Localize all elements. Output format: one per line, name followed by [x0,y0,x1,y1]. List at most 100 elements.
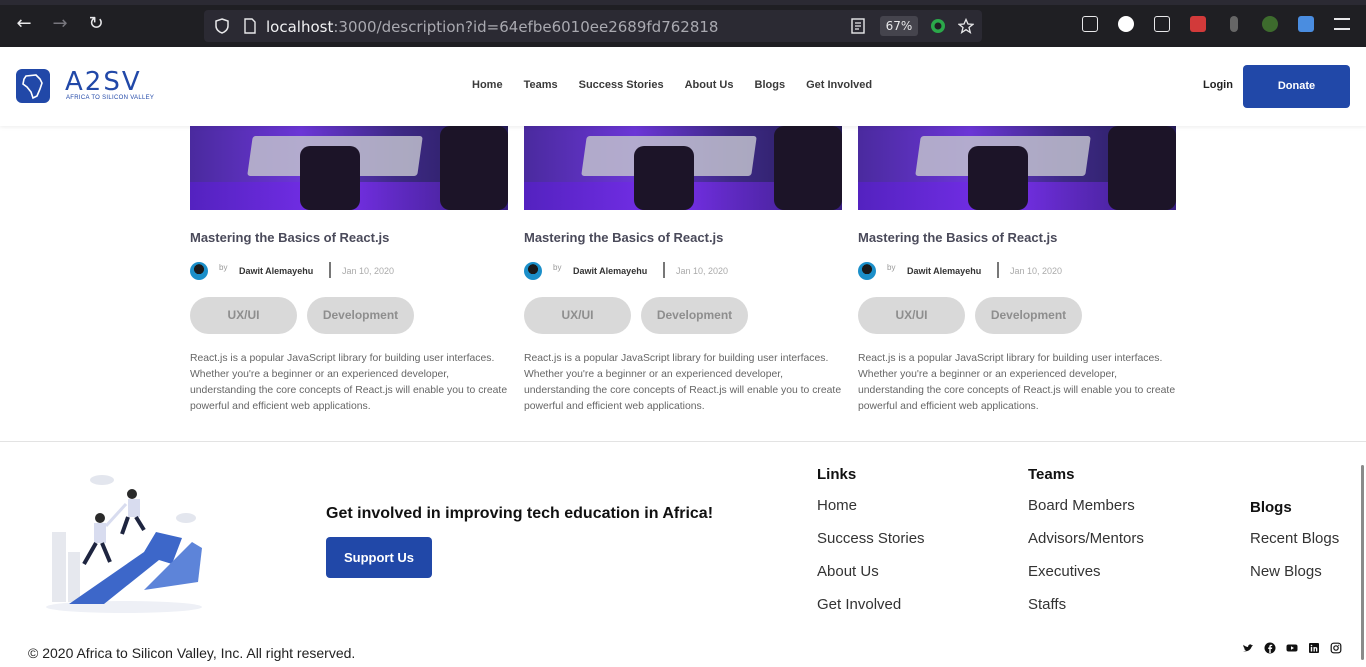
account-icon[interactable] [1118,16,1134,32]
divider [663,262,665,278]
nav-get-involved[interactable]: Get Involved [806,79,872,91]
footer-link-board-members[interactable]: Board Members [1028,497,1144,530]
url-text[interactable]: localhost:3000/description?id=64efbe6010… [266,18,718,36]
post-date: Jan 10, 2020 [676,266,729,276]
blog-card-title[interactable]: Mastering the Basics of React.js [858,230,1057,245]
blog-card-description: React.js is a popular JavaScript library… [190,353,508,412]
by-label: by [553,263,562,272]
site-header: A2SV AFRICA TO SILICON VALLEY Home Teams… [0,47,1366,126]
instagram-icon[interactable] [1330,642,1342,654]
footer-blogs-column: Blogs Recent Blogs New Blogs [1250,499,1339,596]
extension-blue-icon[interactable] [1298,16,1314,32]
author-name: Dawit Alemayehu [907,266,982,276]
nav-teams[interactable]: Teams [524,79,558,91]
bookmark-star-icon[interactable] [958,18,974,34]
tab-strip [0,0,1366,5]
address-bar[interactable]: localhost:3000/description?id=64efbe6010… [204,10,982,42]
footer-link-get-involved[interactable]: Get Involved [817,596,925,629]
page-icon [244,18,256,34]
africa-logo-icon[interactable] [16,69,50,103]
back-icon[interactable]: ← [14,14,34,34]
footer-teams-heading: Teams [1028,466,1075,483]
blog-card-title[interactable]: Mastering the Basics of React.js [524,230,723,245]
reader-view-icon[interactable] [850,18,866,34]
nav-about-us[interactable]: About Us [685,79,734,91]
extension-leaf-icon[interactable] [1262,16,1278,32]
linkedin-icon[interactable] [1308,642,1320,654]
tag-list: UX/UI Development [524,297,748,334]
avatar [524,262,542,280]
footer-link-about-us[interactable]: About Us [817,563,925,596]
blog-card-description: React.js is a popular JavaScript library… [524,353,842,412]
tag-ux-ui[interactable]: UX/UI [524,297,631,334]
reload-icon[interactable]: ↻ [86,14,106,34]
footer-links-column: Links Home Success Stories About Us Get … [817,466,925,629]
author-name: Dawit Alemayehu [573,266,648,276]
nav-success-stories[interactable]: Success Stories [579,79,664,91]
avatar [190,262,208,280]
footer-divider [0,441,1366,442]
post-date: Jan 10, 2020 [342,266,395,276]
avatar [858,262,876,280]
donate-button[interactable]: Donate [1243,65,1350,108]
main-nav: Home Teams Success Stories About Us Blog… [472,79,872,91]
footer-link-recent-blogs[interactable]: Recent Blogs [1250,530,1339,563]
zoom-level[interactable]: 67% [880,16,918,36]
page-scrollbar[interactable] [1361,465,1364,660]
tag-list: UX/UI Development [858,297,1082,334]
shield-icon[interactable] [214,18,230,34]
nav-home[interactable]: Home [472,79,503,91]
youtube-icon[interactable] [1286,642,1298,654]
author-row: by Dawit Alemayehu Jan 10, 2020 [190,262,508,280]
tag-ux-ui[interactable]: UX/UI [190,297,297,334]
footer-link-home[interactable]: Home [817,497,925,530]
extension-red-icon[interactable] [1190,16,1206,32]
footer-blogs-heading: Blogs [1250,499,1292,516]
url-host: localhost [266,18,334,36]
tag-development[interactable]: Development [975,297,1082,334]
footer-links-heading: Links [817,466,857,483]
author-row: by Dawit Alemayehu Jan 10, 2020 [524,262,842,280]
browser-toolbar: ← → ↻ localhost:3000/description?id=64ef… [0,0,1366,47]
social-links [1242,642,1342,654]
footer-link-executives[interactable]: Executives [1028,563,1144,596]
author-row: by Dawit Alemayehu Jan 10, 2020 [858,262,1176,280]
footer-link-advisors-mentors[interactable]: Advisors/Mentors [1028,530,1144,563]
forward-icon[interactable]: → [50,14,70,34]
post-date: Jan 10, 2020 [1010,266,1063,276]
blog-card-title[interactable]: Mastering the Basics of React.js [190,230,389,245]
blog-card-image [524,126,842,210]
divider [997,262,999,278]
blog-card-image [190,126,508,210]
teamwork-illustration [46,475,202,613]
extension-gray-icon[interactable] [1230,16,1238,32]
logo-subtext: AFRICA TO SILICON VALLEY [66,95,155,101]
blog-card-description: React.js is a popular JavaScript library… [858,353,1176,412]
footer-teams-column: Teams Board Members Advisors/Mentors Exe… [1028,466,1144,629]
url-path: :3000/description?id=64efbe6010ee2689fd7… [333,18,719,36]
tag-development[interactable]: Development [641,297,748,334]
nav-blogs[interactable]: Blogs [755,79,786,91]
tag-ux-ui[interactable]: UX/UI [858,297,965,334]
twitter-icon[interactable] [1242,642,1254,654]
login-link[interactable]: Login [1203,79,1233,91]
support-us-button[interactable]: Support Us [326,537,432,578]
blog-card-image [858,126,1176,210]
menu-icon[interactable] [1334,18,1350,30]
pocket-icon[interactable] [1082,16,1098,32]
extension-green-icon[interactable] [930,18,946,34]
tag-list: UX/UI Development [190,297,414,334]
by-label: by [219,263,228,272]
author-name: Dawit Alemayehu [239,266,314,276]
copyright-text: © 2020 Africa to Silicon Valley, Inc. Al… [28,645,356,661]
footer-link-new-blogs[interactable]: New Blogs [1250,563,1339,596]
extensions-icon[interactable] [1154,16,1170,32]
footer-link-success-stories[interactable]: Success Stories [817,530,925,563]
footer-cta-text: Get involved in improving tech education… [326,505,714,522]
footer-link-staffs[interactable]: Staffs [1028,596,1144,629]
facebook-icon[interactable] [1264,642,1276,654]
by-label: by [887,263,896,272]
divider [329,262,331,278]
tag-development[interactable]: Development [307,297,414,334]
logo-text[interactable]: A2SV [65,67,142,97]
